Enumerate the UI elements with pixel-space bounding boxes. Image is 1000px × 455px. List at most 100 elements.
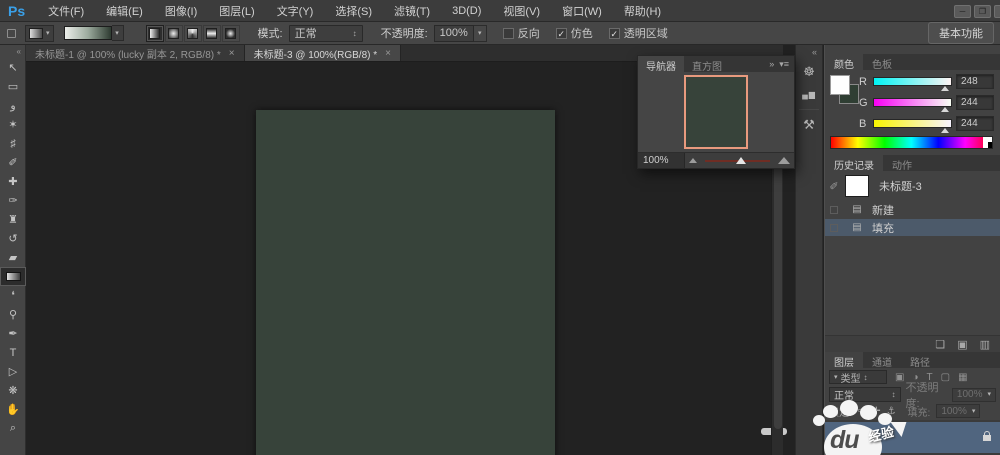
blur-tool[interactable]: ❛	[0, 286, 26, 305]
reverse-checkbox[interactable]	[503, 28, 514, 39]
shape-tool[interactable]: ❋	[0, 381, 26, 400]
layer-filter-select[interactable]: ▾ 类型 ↕	[829, 370, 887, 384]
lock-pixels-icon[interactable]: ✑	[858, 406, 866, 417]
green-slider-thumb[interactable]	[941, 107, 949, 112]
navigator-view-box[interactable]	[684, 75, 748, 149]
menu-layer[interactable]: 图层(L)	[208, 3, 265, 19]
menu-select[interactable]: 选择(S)	[324, 3, 383, 19]
pen-tool[interactable]: ✒	[0, 324, 26, 343]
close-icon[interactable]: ×	[385, 48, 391, 59]
new-snapshot-icon[interactable]: ▣	[957, 338, 967, 351]
history-source-checkbox[interactable]	[830, 206, 838, 214]
zoom-out-icon[interactable]	[689, 158, 697, 163]
type-tool[interactable]: T	[0, 343, 26, 362]
gradient-preview[interactable]	[64, 26, 112, 40]
blue-slider[interactable]	[873, 119, 952, 128]
canvas[interactable]	[256, 110, 555, 455]
blue-slider-thumb[interactable]	[941, 128, 949, 133]
menu-image[interactable]: 图像(I)	[154, 3, 208, 19]
lock-all-icon[interactable]: ⚓	[887, 406, 896, 417]
histogram-panel-button[interactable]: ▄▆	[796, 83, 822, 106]
menu-filter[interactable]: 滤镜(T)	[383, 3, 441, 19]
linear-gradient-button[interactable]	[146, 25, 164, 42]
magic-wand-tool[interactable]: ✶	[0, 115, 26, 134]
move-tool[interactable]: ↖	[0, 58, 26, 77]
history-brush-tool[interactable]: ↺	[0, 229, 26, 248]
lock-position-icon[interactable]: ✛	[872, 406, 880, 417]
blue-value-field[interactable]: 244	[956, 116, 994, 131]
tab-actions[interactable]: 动作	[883, 155, 921, 171]
minimize-button[interactable]: ─	[954, 5, 971, 18]
red-value-field[interactable]: 248	[956, 74, 994, 89]
menu-help[interactable]: 帮助(H)	[613, 3, 672, 19]
tool-preset-picker[interactable]: ▾	[25, 25, 54, 42]
history-snapshot-row[interactable]: ✐ 未标题-3	[825, 173, 1000, 199]
zoom-in-icon[interactable]	[778, 157, 790, 164]
tools-panel-button[interactable]: ⚒	[796, 113, 822, 136]
radial-gradient-button[interactable]	[165, 25, 183, 42]
layer-blend-mode-select[interactable]: 正常 ↕	[829, 387, 901, 402]
opacity-value[interactable]: 100%	[434, 25, 474, 42]
healing-brush-tool[interactable]: ✚	[0, 172, 26, 191]
tab-paths[interactable]: 路径	[901, 352, 939, 368]
navigator-zoom-value[interactable]: 100%	[638, 153, 685, 168]
navigator-panel-button[interactable]: ☸	[796, 60, 822, 83]
restore-button[interactable]: ❐	[974, 5, 991, 18]
menu-edit[interactable]: 编辑(E)	[95, 3, 154, 19]
menu-view[interactable]: 视图(V)	[492, 3, 551, 19]
panel-menu-icon[interactable]: ▾≡	[779, 59, 789, 70]
menu-window[interactable]: 窗口(W)	[551, 3, 613, 19]
dither-checkbox[interactable]: ✓	[556, 28, 567, 39]
menu-type[interactable]: 文字(Y)	[266, 3, 325, 19]
gradient-dropdown-button[interactable]: ▾	[112, 25, 124, 41]
reflected-gradient-button[interactable]	[203, 25, 221, 42]
opacity-dropdown-button[interactable]: ▾	[474, 25, 487, 42]
tab-history[interactable]: 历史记录	[825, 155, 883, 171]
history-step-new[interactable]: ▤ 新建	[825, 201, 1000, 218]
history-brush-source-icon[interactable]: ✐	[825, 180, 843, 193]
history-source-checkbox[interactable]	[830, 224, 838, 232]
close-icon[interactable]: ×	[229, 48, 235, 59]
new-document-from-state-icon[interactable]: ❏	[935, 338, 945, 351]
blend-mode-select[interactable]: 正常 ↕	[289, 25, 363, 42]
workspace-button[interactable]: 基本功能	[928, 22, 994, 44]
background-layer-row[interactable]	[825, 422, 1000, 453]
tab-histogram[interactable]: 直方图	[684, 56, 730, 72]
document-tab-2[interactable]: 未标题-3 @ 100%(RGB/8) * ×	[245, 45, 401, 61]
red-slider[interactable]	[873, 77, 952, 86]
brush-tool[interactable]: ✑	[0, 191, 26, 210]
path-selection-tool[interactable]: ▷	[0, 362, 26, 381]
clone-stamp-tool[interactable]: ♜	[0, 210, 26, 229]
gradient-editor[interactable]: ▾	[64, 25, 124, 41]
green-slider[interactable]	[873, 98, 952, 107]
marquee-tool[interactable]: ▭	[0, 77, 26, 96]
dodge-tool[interactable]: ⚲	[0, 305, 26, 324]
tab-color[interactable]: 颜色	[825, 54, 863, 70]
transparency-checkbox[interactable]: ✓	[609, 28, 620, 39]
foreground-color-swatch[interactable]	[830, 75, 850, 95]
menu-file[interactable]: 文件(F)	[37, 3, 95, 19]
gradient-tool[interactable]	[0, 267, 26, 286]
color-spectrum-bar[interactable]	[830, 136, 993, 149]
navigator-zoom-slider[interactable]	[701, 153, 774, 168]
zoom-tool[interactable]: ⌕	[0, 419, 26, 438]
history-step-fill[interactable]: ▤ 填充	[825, 219, 1000, 236]
slider-thumb[interactable]	[736, 157, 746, 164]
black-color-box[interactable]	[988, 142, 992, 148]
collapse-tools-icon[interactable]: «	[0, 45, 25, 58]
red-slider-thumb[interactable]	[941, 86, 949, 91]
document-tab-1[interactable]: 未标题-1 @ 100% (lucky 副本 2, RGB/8) * ×	[26, 45, 245, 61]
expand-panels-icon[interactable]: «	[796, 45, 822, 60]
angle-gradient-button[interactable]	[184, 25, 202, 42]
crop-tool[interactable]: ♯	[0, 134, 26, 153]
collapse-panel-icon[interactable]: »	[769, 59, 774, 69]
delete-state-icon[interactable]: ▥	[980, 338, 990, 351]
tab-navigator[interactable]: 导航器	[638, 56, 684, 72]
hand-tool[interactable]: ✋	[0, 400, 26, 419]
menu-3d[interactable]: 3D(D)	[441, 5, 492, 17]
green-value-field[interactable]: 244	[956, 95, 994, 110]
lasso-tool[interactable]: و	[0, 96, 26, 115]
diamond-gradient-button[interactable]	[222, 25, 240, 42]
filter-smart-objects-icon[interactable]: ▦	[958, 372, 967, 383]
close-button[interactable]	[994, 5, 1000, 18]
